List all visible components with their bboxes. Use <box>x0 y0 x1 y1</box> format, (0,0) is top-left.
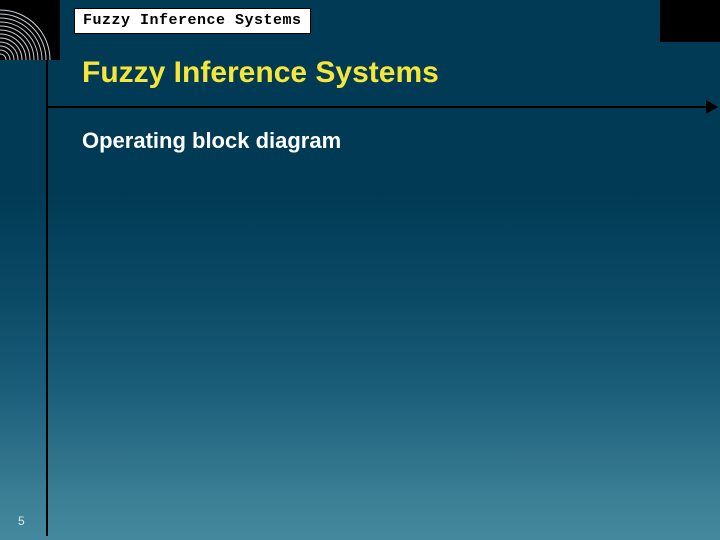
header-tab-label: Fuzzy Inference Systems <box>83 12 302 29</box>
topright-decoration <box>660 0 720 42</box>
page-title: Fuzzy Inference Systems <box>82 56 439 90</box>
header-tab: Fuzzy Inference Systems <box>74 8 311 34</box>
horizontal-rule <box>46 106 712 108</box>
subtitle: Operating block diagram <box>82 128 341 154</box>
vertical-rule <box>46 60 48 536</box>
page-number: 5 <box>18 514 25 528</box>
arrowhead-right-icon <box>706 100 718 114</box>
corner-arcs-icon <box>0 0 60 60</box>
corner-decoration <box>0 0 60 60</box>
